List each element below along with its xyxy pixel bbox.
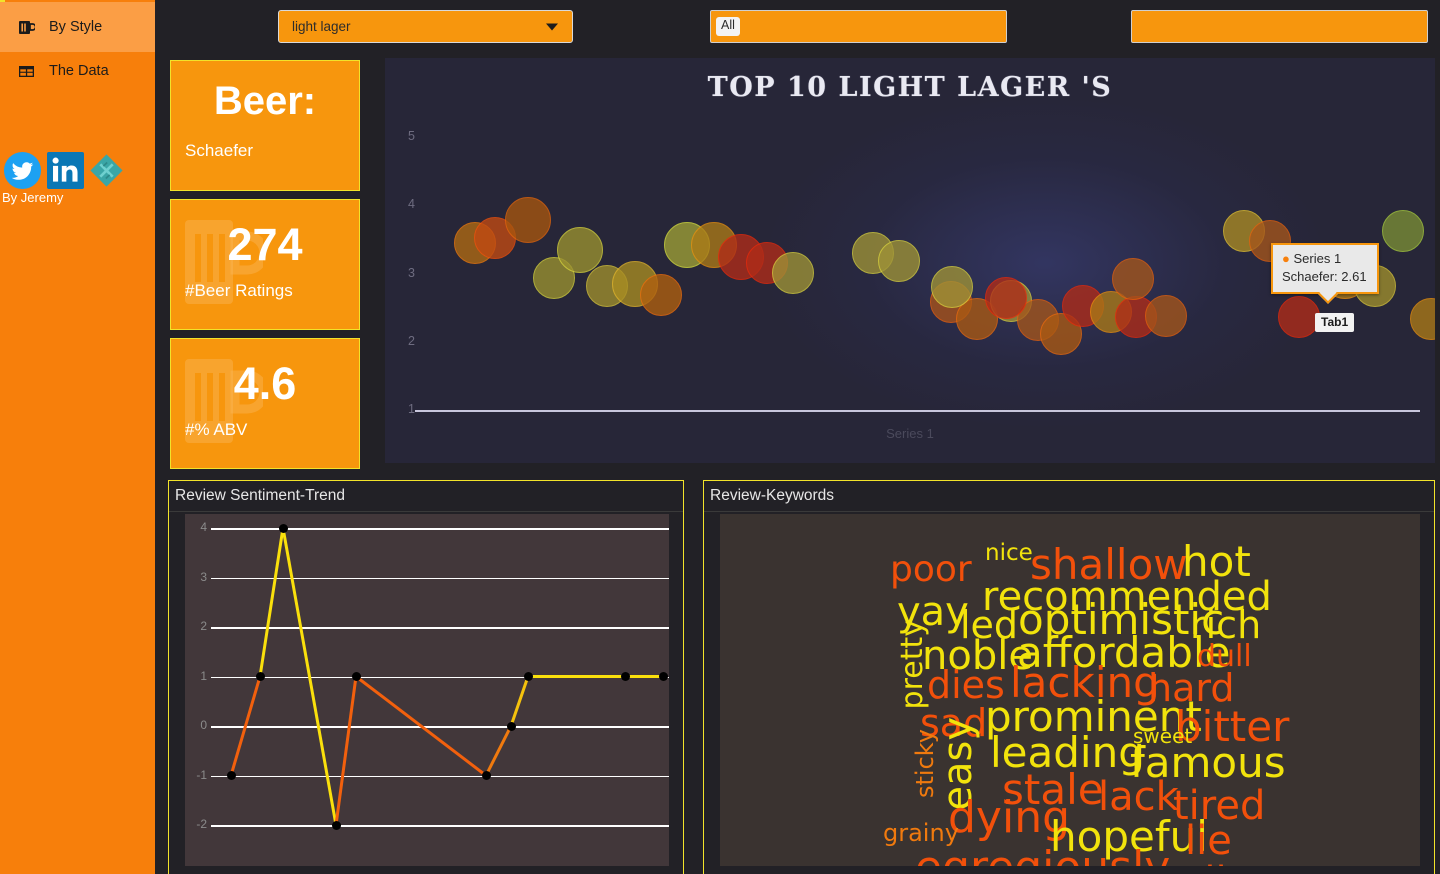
wordcloud-word[interactable]: lie (1185, 821, 1232, 861)
sentiment-point[interactable] (255, 672, 265, 681)
wordcloud-area[interactable]: poor nice shallow hot recommended yay led optim… (720, 514, 1420, 866)
linkedin-icon[interactable] (47, 152, 84, 194)
scatter-bubble[interactable] (1410, 297, 1435, 340)
wordcloud-word[interactable]: poor (890, 552, 972, 588)
scatter-bubble[interactable] (640, 273, 682, 316)
beer-mug-icon (18, 19, 35, 36)
scatter-bubble[interactable] (985, 277, 1027, 320)
wordcloud-word[interactable]: nice (985, 542, 1033, 565)
filter-chip-all[interactable]: All (716, 17, 740, 36)
style-dropdown[interactable]: light lager (278, 10, 573, 43)
sentiment-point[interactable] (331, 820, 341, 830)
table-grid-icon (18, 63, 35, 80)
sentiment-line-series (229, 527, 663, 826)
scatter-bubble[interactable] (505, 197, 551, 244)
tooltip-series-dot: ● (1282, 251, 1290, 266)
tooltip-value: Schaefer: 2.61 (1282, 268, 1367, 284)
kpi-card-abv: 4.6 #% ABV (170, 338, 360, 469)
style-dropdown-value: light lager (292, 19, 351, 34)
sentiment-line-segment (484, 725, 513, 777)
kpi-label: #Beer Ratings (185, 281, 293, 300)
sentiment-point[interactable] (658, 672, 668, 681)
sidebar-item-label: By Style (49, 19, 103, 35)
byline: By Jeremy (2, 190, 64, 205)
scatter-bubble[interactable] (1382, 210, 1424, 253)
sentiment-line-segment (281, 527, 338, 826)
scatter-y-tick: 2 (408, 333, 415, 348)
tab-badge[interactable]: Tab1 (1315, 313, 1355, 332)
sentiment-point[interactable] (523, 672, 533, 681)
tooltip-series-name: Series 1 (1293, 251, 1342, 266)
scatter-tooltip: ● Series 1 Schaefer: 2.61 (1271, 243, 1379, 304)
kpi-card-ratings: 274 #Beer Ratings (170, 199, 360, 330)
scatter-y-tick: 4 (408, 197, 415, 212)
scatter-bubble[interactable] (772, 251, 814, 294)
scatter-y-tick: 3 (408, 265, 415, 280)
chart-title: TOP 10 LIGHT LAGER 'S (707, 72, 1113, 103)
review-sentiment-title: Review Sentiment-Trend (169, 481, 683, 512)
wordcloud-word[interactable]: smell (1120, 862, 1227, 866)
review-keywords-panel: Review-Keywords poor nice shallow hot recomm… (703, 480, 1435, 874)
sentiment-line-segment (229, 676, 262, 776)
sentiment-point[interactable] (506, 721, 516, 731)
scatter-bubble[interactable] (878, 239, 920, 282)
chevron-down-icon (546, 23, 558, 30)
scatter-baseline (415, 410, 1420, 412)
twitter-icon[interactable] (3, 151, 42, 195)
sentiment-point[interactable] (278, 523, 288, 533)
scatter-y-tick: 5 (408, 129, 415, 143)
sentiment-point[interactable] (481, 771, 491, 780)
sidebar: By Style The Data By Jeremy (0, 0, 155, 874)
review-keywords-title: Review-Keywords (704, 481, 1434, 512)
tooltip-series-row: ● Series 1 (1282, 250, 1367, 268)
scatter-bubble[interactable] (1145, 294, 1187, 337)
blank-filter-box[interactable] (1131, 10, 1428, 43)
tableau-icon[interactable] (89, 153, 124, 193)
sentiment-point[interactable] (351, 672, 361, 681)
review-sentiment-panel: Review Sentiment-Trend 4 3 2 1 0 -1 -2 (168, 480, 684, 874)
kpi-title: Beer: (213, 79, 317, 123)
scatter-bubble[interactable] (557, 226, 603, 273)
scatter-chart-panel[interactable]: TOP 10 LIGHT LAGER 'S 1 2 3 4 5 Series 1 ● S… (385, 58, 1435, 463)
sentiment-line-segment (334, 676, 358, 826)
tooltip-arrow (1318, 284, 1338, 304)
wordcloud-word[interactable]: sticky (911, 729, 939, 798)
dashboard-root: By Style The Data By Jeremy light lager (0, 0, 1440, 874)
kpi-value: Schaefer (185, 141, 254, 160)
sidebar-item-the-data[interactable]: The Data (0, 46, 155, 96)
kpi-label: #% ABV (185, 420, 248, 439)
kpi-card-beer: Beer: Schaefer (170, 60, 360, 191)
sentiment-point[interactable] (226, 771, 236, 780)
social-links (3, 151, 124, 195)
sidebar-item-label: The Data (49, 63, 109, 79)
toolbar: light lager All (155, 0, 1440, 53)
scatter-bubble[interactable] (1278, 296, 1320, 339)
kpi-value: 4.6 (233, 358, 297, 409)
sentiment-line-segment (509, 676, 530, 727)
scatter-y-tick: 1 (408, 402, 415, 416)
scatter-bubble[interactable] (931, 266, 973, 309)
scatter-bubble[interactable] (1112, 257, 1154, 300)
kpi-value: 274 (227, 219, 303, 270)
scatter-series-label: Series 1 (886, 426, 934, 441)
sentiment-line-segment (355, 675, 487, 777)
filter-box[interactable]: All (710, 10, 1007, 43)
sidebar-item-by-style[interactable]: By Style (0, 2, 155, 52)
sentiment-line-segment (258, 527, 285, 677)
scatter-glow (765, 98, 1325, 428)
wordcloud-word[interactable]: lack (1098, 777, 1179, 817)
sentiment-plot-area[interactable]: 4 3 2 1 0 -1 -2 (185, 514, 669, 866)
sentiment-point[interactable] (620, 672, 630, 681)
